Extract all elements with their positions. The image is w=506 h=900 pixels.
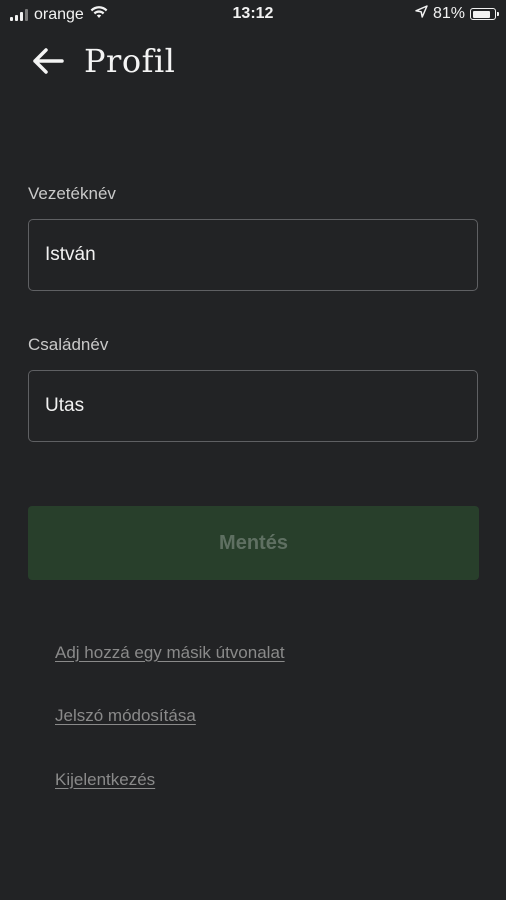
page-title: Profil xyxy=(84,42,176,80)
save-button[interactable]: Mentés xyxy=(28,506,479,580)
header: Profil xyxy=(30,42,175,80)
change-password-link[interactable]: Jelszó módosítása xyxy=(55,706,196,726)
battery-level xyxy=(472,10,490,18)
battery-percent: 81% xyxy=(432,5,465,22)
last-name-value: István xyxy=(45,244,96,265)
first-name-label: Családnév xyxy=(28,335,109,354)
back-button[interactable] xyxy=(30,43,66,79)
location-arrow-icon xyxy=(415,5,428,23)
first-name-input[interactable]: Utas xyxy=(28,370,478,442)
status-right: 81% xyxy=(415,5,499,23)
add-route-link[interactable]: Adj hozzá egy másik útvonalat xyxy=(55,643,285,663)
battery-icon xyxy=(470,8,499,20)
status-bar: orange 13:12 81% xyxy=(0,0,506,30)
last-name-input[interactable]: István xyxy=(28,219,478,291)
logout-link[interactable]: Kijelentkezés xyxy=(55,770,155,790)
last-name-label: Vezetéknév xyxy=(28,184,116,203)
arrow-left-icon xyxy=(33,48,64,74)
first-name-value: Utas xyxy=(45,395,85,416)
